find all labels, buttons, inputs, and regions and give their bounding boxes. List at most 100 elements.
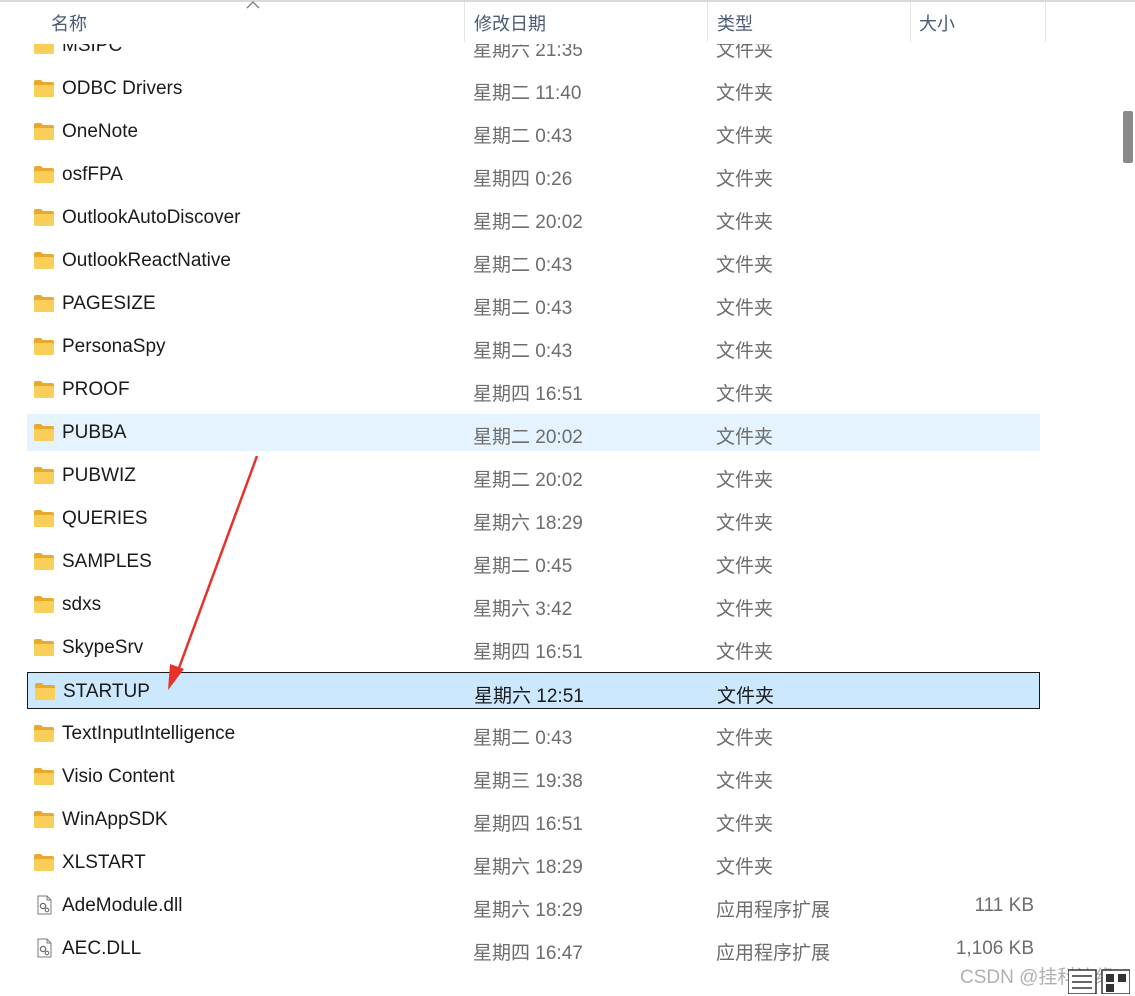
folder-icon (34, 681, 56, 701)
file-type: 文件夹 (716, 427, 774, 448)
modified-date: 星期四 16:51 (473, 814, 583, 835)
file-name: OutlookAutoDiscover (62, 207, 241, 228)
file-size: 111 KB (974, 895, 1034, 916)
folder-icon (33, 594, 55, 614)
file-name: OneNote (62, 121, 139, 142)
file-size: 1,106 KB (955, 938, 1034, 959)
file-type: 文件夹 (716, 599, 774, 620)
modified-date: 星期二 0:45 (473, 556, 573, 577)
file-row[interactable]: Visio Content 星期三 19:38 文件夹 (27, 758, 1040, 795)
file-name: PUBBA (62, 422, 127, 443)
file-row[interactable]: WinAppSDK 星期四 16:51 文件夹 (27, 801, 1040, 838)
folder-icon (33, 207, 55, 227)
file-row[interactable]: SkypeSrv 星期四 16:51 文件夹 (27, 629, 1040, 666)
modified-date: 星期六 18:29 (473, 900, 583, 921)
file-row[interactable]: OneNote 星期二 0:43 文件夹 (27, 113, 1040, 150)
folder-icon (33, 637, 55, 657)
file-type: 文件夹 (716, 814, 774, 835)
modified-date: 星期二 20:02 (473, 212, 583, 233)
column-divider[interactable] (1045, 2, 1046, 42)
scrollbar-thumb[interactable] (1123, 111, 1133, 163)
modified-date: 星期六 18:29 (473, 513, 583, 534)
file-row[interactable]: SAMPLES 星期二 0:45 文件夹 (27, 543, 1040, 580)
file-row[interactable]: PUBWIZ 星期二 20:02 文件夹 (27, 457, 1040, 494)
folder-icon (33, 250, 55, 270)
file-row[interactable]: AdeModule.dll 星期六 18:29 应用程序扩展 111 KB (27, 887, 1040, 924)
file-row[interactable]: STARTUP 星期六 12:51 文件夹 (27, 672, 1040, 709)
file-name: PersonaSpy (62, 336, 166, 357)
column-header-type[interactable]: 类型 (717, 10, 753, 36)
file-name: TextInputIntelligence (62, 723, 236, 744)
folder-icon (33, 465, 55, 485)
file-name: QUERIES (62, 508, 148, 529)
modified-date: 星期四 16:51 (473, 384, 583, 405)
sort-ascending-icon (246, 1, 260, 9)
file-type: 文件夹 (716, 298, 774, 319)
column-divider[interactable] (707, 2, 708, 42)
file-row[interactable]: PUBBA 星期二 20:02 文件夹 (27, 414, 1040, 451)
modified-date: 星期二 0:43 (473, 298, 573, 319)
modified-date: 星期二 0:43 (473, 126, 573, 147)
modified-date: 星期二 0:43 (473, 341, 573, 362)
file-type: 文件夹 (716, 212, 774, 233)
file-type: 文件夹 (716, 728, 774, 749)
file-row[interactable]: osfFPA 星期四 0:26 文件夹 (27, 156, 1040, 193)
modified-date: 星期二 20:02 (473, 427, 583, 448)
folder-icon (33, 336, 55, 356)
file-name: STARTUP (63, 681, 150, 702)
column-header-name[interactable]: 名称 (51, 10, 87, 36)
modified-date: 星期六 3:42 (473, 599, 573, 620)
file-name: SAMPLES (62, 551, 152, 572)
file-row[interactable]: ODBC Drivers 星期二 11:40 文件夹 (27, 70, 1040, 107)
vertical-scrollbar[interactable] (1115, 44, 1135, 964)
file-type: 文件夹 (716, 384, 774, 405)
folder-icon (33, 78, 55, 98)
folder-icon (33, 164, 55, 184)
column-header-bar: 名称 修改日期 类型 大小 (0, 0, 1135, 44)
file-type: 文件夹 (716, 513, 774, 534)
view-toggle-icon[interactable] (1068, 966, 1130, 994)
file-type: 文件夹 (717, 686, 775, 707)
modified-date: 星期二 11:40 (473, 83, 582, 104)
file-type: 文件夹 (716, 470, 774, 491)
file-type: 文件夹 (716, 83, 774, 104)
dll-file-icon (33, 938, 55, 958)
folder-icon (33, 121, 55, 141)
file-row[interactable]: AEC.DLL 星期四 16:47 应用程序扩展 1,106 KB (27, 930, 1040, 967)
file-row[interactable]: OutlookAutoDiscover 星期二 20:02 文件夹 (27, 199, 1040, 236)
file-row[interactable]: OutlookReactNative 星期二 0:43 文件夹 (27, 242, 1040, 279)
file-name: WinAppSDK (62, 809, 168, 830)
modified-date: 星期二 0:43 (473, 728, 573, 749)
file-list: MSIPC 星期六 21:35 文件夹 ODBC Drivers 星期二 11:40 文件… (0, 23, 1060, 973)
folder-icon (33, 293, 55, 313)
file-row[interactable]: PROOF 星期四 16:51 文件夹 (27, 371, 1040, 408)
file-type: 文件夹 (716, 255, 774, 276)
file-name: Visio Content (62, 766, 175, 787)
folder-icon (33, 852, 55, 872)
column-divider[interactable] (910, 2, 911, 42)
file-name: XLSTART (62, 852, 146, 873)
file-row[interactable]: QUERIES 星期六 18:29 文件夹 (27, 500, 1040, 537)
column-header-date[interactable]: 修改日期 (474, 10, 546, 36)
file-name: OutlookReactNative (62, 250, 231, 271)
file-name: ODBC Drivers (62, 78, 183, 99)
file-row[interactable]: PAGESIZE 星期二 0:43 文件夹 (27, 285, 1040, 322)
folder-icon (33, 723, 55, 743)
file-type: 文件夹 (716, 771, 774, 792)
file-type: 文件夹 (716, 341, 774, 362)
file-row[interactable]: sdxs 星期六 3:42 文件夹 (27, 586, 1040, 623)
file-type: 文件夹 (716, 857, 774, 878)
file-row[interactable]: TextInputIntelligence 星期二 0:43 文件夹 (27, 715, 1040, 752)
column-divider[interactable] (464, 2, 465, 42)
file-name: PROOF (62, 379, 130, 400)
file-row[interactable]: PersonaSpy 星期二 0:43 文件夹 (27, 328, 1040, 365)
file-name: AEC.DLL (62, 938, 142, 959)
modified-date: 星期二 0:43 (473, 255, 573, 276)
file-name: AdeModule.dll (62, 895, 183, 916)
file-name: sdxs (62, 594, 102, 615)
file-name: SkypeSrv (62, 637, 144, 658)
file-row[interactable]: XLSTART 星期六 18:29 文件夹 (27, 844, 1040, 881)
folder-icon (33, 508, 55, 528)
modified-date: 星期四 0:26 (473, 169, 573, 190)
column-header-size[interactable]: 大小 (919, 10, 955, 36)
